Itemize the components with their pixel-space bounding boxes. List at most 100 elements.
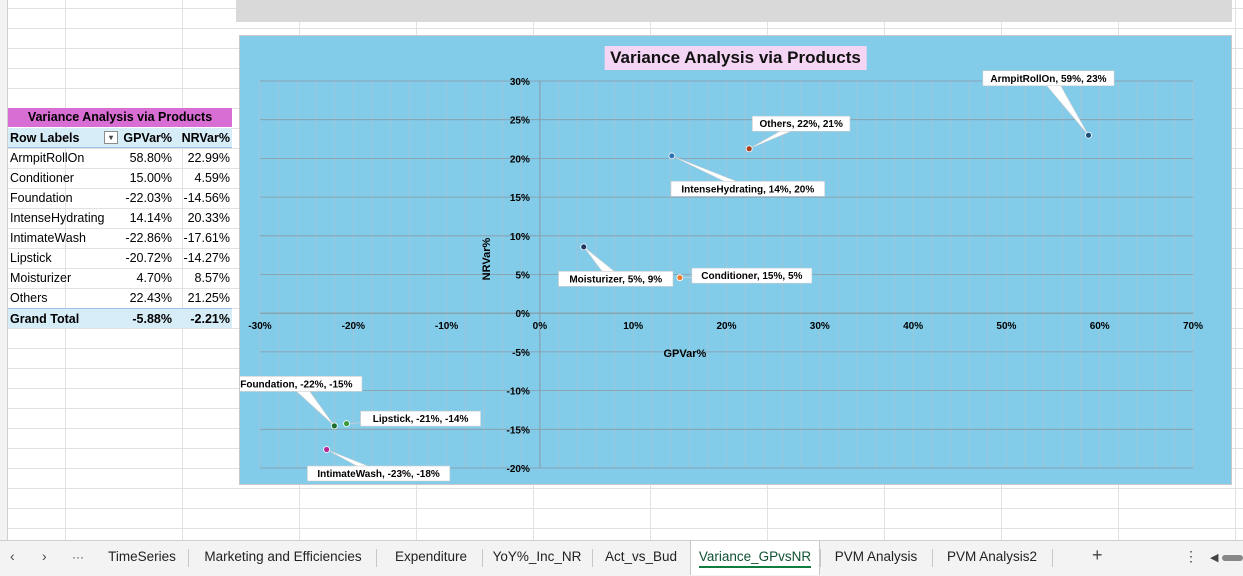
y-tick-label: 25%: [510, 116, 530, 127]
pivot-grand-total-row[interactable]: Grand Total -5.88% -2.21%: [8, 308, 232, 328]
next-sheet-icon[interactable]: ›: [42, 548, 47, 564]
scatter-point: [343, 420, 350, 428]
pivot-row[interactable]: Moisturizer 4.70% 8.57%: [8, 268, 232, 288]
scatter-point: [330, 422, 338, 430]
pivot-row[interactable]: IntimateWash -22.86% -17.61%: [8, 228, 232, 248]
filter-dropdown-icon[interactable]: ▾: [104, 131, 118, 144]
gpvar-header: GPVar%: [123, 131, 172, 145]
scatter-chart[interactable]: -30% -20% -10% 0% 10% 20% 30% 40% 50% 60% 70% -20% -…: [239, 35, 1232, 485]
scatter-point: [323, 446, 331, 453]
sheet-tab-label: Act_vs_Bud: [604, 549, 678, 564]
pivot-row-label: ArmpitRollOn: [10, 151, 85, 165]
sheet-tab[interactable]: Marketing and Efficiencies: [190, 541, 376, 575]
x-tick-label: -30%: [248, 321, 271, 332]
tab-separator: [1052, 549, 1053, 567]
scatter-point: [676, 274, 684, 282]
pivot-row-nr: 8.57%: [194, 271, 230, 285]
pivot-row[interactable]: Conditioner 15.00% 4.59%: [8, 168, 232, 188]
y-tick-label: 10%: [510, 232, 530, 243]
tab-separator: [188, 549, 189, 567]
x-tick-label: 50%: [996, 321, 1016, 332]
scroll-left-icon[interactable]: ◀: [1210, 551, 1218, 564]
horizontal-scrollbar[interactable]: [1222, 555, 1243, 561]
pivot-row-gp: 14.14%: [129, 211, 172, 225]
sheet-tab[interactable]: PVM Analysis: [820, 541, 932, 575]
pivot-row-label: Conditioner: [10, 171, 74, 185]
y-tick-label: 30%: [510, 77, 530, 88]
grand-total-gp: -5.88%: [132, 312, 172, 326]
pivot-row-label: IntimateWash: [10, 231, 86, 245]
data-label: Conditioner, 15%, 5%: [701, 271, 802, 282]
pivot-row[interactable]: IntenseHydrating 14.14% 20.33%: [8, 208, 232, 228]
pivot-row[interactable]: Others 22.43% 21.25%: [8, 288, 232, 308]
pivot-row-nr: 4.59%: [194, 171, 230, 185]
scatter-point: [580, 243, 588, 251]
x-tick-label: 30%: [810, 321, 830, 332]
x-tick-label: 10%: [623, 321, 643, 332]
data-label: ArmpitRollOn, 59%, 23%: [990, 74, 1106, 85]
data-label: IntimateWash, -23%, -18%: [317, 469, 440, 480]
pivot-row-label: Lipstick: [10, 251, 52, 265]
pivot-row-gp: -20.72%: [125, 251, 172, 265]
pivot-row-label: Foundation: [10, 191, 73, 205]
y-axis-title: NRVar%: [481, 238, 493, 281]
data-label: Others, 22%, 21%: [759, 119, 842, 130]
y-tick-label: -20%: [507, 464, 530, 475]
sheet-tab-label: Marketing and Efficiencies: [204, 549, 362, 564]
y-tick-label: -15%: [507, 425, 530, 436]
pivot-row[interactable]: Lipstick -20.72% -14.27%: [8, 248, 232, 268]
add-sheet-icon[interactable]: +: [1092, 545, 1103, 566]
data-label: Lipstick, -21%, -14%: [373, 414, 469, 425]
pivot-row[interactable]: ArmpitRollOn 58.80% 22.99%: [8, 148, 232, 168]
sheet-tab-label: Expenditure: [394, 549, 468, 564]
data-label: IntenseHydrating, 14%, 20%: [681, 184, 814, 195]
more-sheets-icon[interactable]: ···: [72, 550, 84, 564]
x-tick-label: 40%: [903, 321, 923, 332]
pivot-row-gp: 22.43%: [129, 291, 172, 305]
sheet-tab-label: YoY%_Inc_NR: [492, 549, 582, 564]
pivot-row-gp: -22.86%: [125, 231, 172, 245]
sheet-tab[interactable]: Act_vs_Bud: [592, 541, 690, 575]
sheet-tab[interactable]: YoY%_Inc_NR: [482, 541, 592, 575]
scatter-point: [1085, 131, 1092, 139]
prev-sheet-icon[interactable]: ‹: [10, 548, 15, 564]
sheet-tab[interactable]: Expenditure: [380, 541, 482, 575]
y-tick-label: 15%: [510, 193, 530, 204]
pivot-header-row: Row Labels ▾ GPVar% NRVar%: [8, 128, 232, 148]
row-header-gutter[interactable]: [0, 0, 8, 540]
sheet-tab-label: PVM Analysis2: [946, 549, 1038, 564]
pivot-row[interactable]: Foundation -22.03% -14.56%: [8, 188, 232, 208]
options-icon[interactable]: ⋮: [1184, 548, 1198, 565]
x-tick-label: -20%: [342, 321, 365, 332]
scatter-point: [668, 152, 676, 160]
sheet-tab[interactable]: PVM Analysis2: [932, 541, 1052, 575]
x-tick-label: 60%: [1090, 321, 1110, 332]
x-tick-label: 70%: [1183, 321, 1203, 332]
x-tick-label: -10%: [435, 321, 458, 332]
pivot-row-label: Others: [10, 291, 48, 305]
pivot-row-label: IntenseHydrating: [10, 211, 105, 225]
y-tick-label: 5%: [515, 271, 530, 282]
sheet-tab-label: PVM Analysis: [834, 549, 918, 564]
y-tick-label: -5%: [512, 348, 530, 359]
x-tick-label: 0%: [533, 321, 548, 332]
grand-total-nr: -2.21%: [190, 312, 230, 326]
pivot-row-nr: 22.99%: [187, 151, 230, 165]
pivot-row-nr: -14.56%: [183, 191, 230, 205]
scatter-point: [745, 145, 753, 153]
y-tick-label: -10%: [507, 387, 530, 398]
sheet-tab[interactable]: TimeSeries: [96, 541, 188, 575]
sheet-tab[interactable]: Variance_GPvsNR: [690, 541, 820, 575]
pivot-row-nr: 20.33%: [187, 211, 230, 225]
pivot-row-nr: -14.27%: [183, 251, 230, 265]
chart-title[interactable]: Variance Analysis via Products: [604, 46, 867, 70]
sheet-tab-label: TimeSeries: [108, 549, 176, 564]
y-tick-label: 0%: [515, 309, 530, 320]
tab-separator: [376, 549, 377, 567]
x-axis-title: GPVar%: [663, 348, 706, 360]
nrvar-header: NRVar%: [181, 131, 230, 145]
y-tick-label: 20%: [510, 154, 530, 165]
row-labels-header: Row Labels: [10, 131, 80, 145]
data-label: Moisturizer, 5%, 9%: [569, 274, 662, 285]
sheet-tab-label: Variance_GPvsNR: [698, 549, 812, 568]
